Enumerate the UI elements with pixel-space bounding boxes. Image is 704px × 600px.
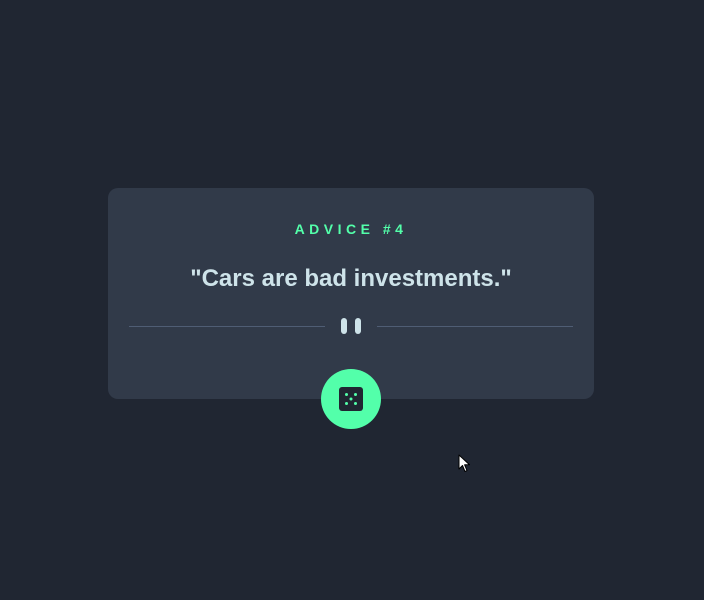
dice-icon bbox=[339, 387, 363, 411]
pause-icon-left-bar bbox=[341, 318, 347, 334]
page: ADVICE #4 "Cars are bad investments." bbox=[0, 0, 704, 600]
divider-line-right bbox=[377, 326, 573, 327]
pause-icon-right-bar bbox=[355, 318, 361, 334]
generate-advice-button[interactable] bbox=[321, 369, 381, 429]
advice-quote: "Cars are bad investments." bbox=[190, 265, 512, 292]
mouse-pointer-icon bbox=[458, 454, 470, 472]
advice-id-label: ADVICE #4 bbox=[294, 221, 408, 237]
divider-line-left bbox=[129, 326, 325, 327]
